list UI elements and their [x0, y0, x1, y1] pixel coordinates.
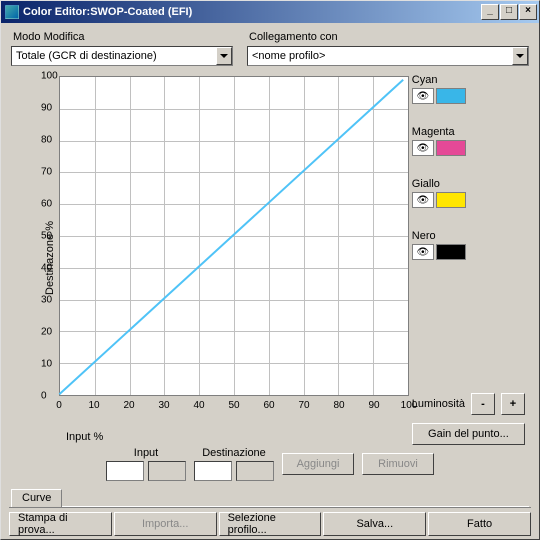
eye-icon[interactable]: 👁: [412, 140, 434, 156]
x-tick: 10: [88, 400, 99, 411]
giallo-swatch[interactable]: [436, 192, 466, 208]
luminosity-plus-button[interactable]: +: [501, 393, 525, 415]
luminosity-minus-button[interactable]: -: [471, 393, 495, 415]
y-tick: 80: [41, 135, 52, 146]
y-tick: 20: [41, 327, 52, 338]
window-controls: _ □ ×: [481, 4, 537, 20]
x-tick: 0: [56, 400, 62, 411]
side-panel: Cyan 👁 Magenta 👁 Giallo �: [406, 70, 529, 445]
y-tick: 60: [41, 199, 52, 210]
top-row: Modo Modifica Totale (GCR di destinazion…: [11, 29, 529, 66]
done-button[interactable]: Fatto: [428, 512, 531, 536]
tab-curve[interactable]: Curve: [11, 489, 62, 507]
x-tick: 50: [228, 400, 239, 411]
input-label: Input: [134, 447, 158, 459]
eye-icon[interactable]: 👁: [412, 192, 434, 208]
y-tick: 50: [41, 231, 52, 242]
y-tick: 40: [41, 263, 52, 274]
chevron-down-icon[interactable]: [512, 47, 528, 65]
y-tick: 0: [41, 391, 47, 402]
giallo-label: Giallo: [412, 178, 525, 190]
nero-swatch[interactable]: [436, 244, 466, 260]
y-tick: 30: [41, 295, 52, 306]
save-button[interactable]: Salva...: [323, 512, 426, 536]
remove-button[interactable]: Rimuovi: [362, 453, 434, 475]
maximize-button[interactable]: □: [500, 4, 518, 20]
dest-group: Destinazione: [194, 447, 274, 481]
nero-label: Nero: [412, 230, 525, 242]
eye-icon[interactable]: 👁: [412, 244, 434, 260]
minimize-button[interactable]: _: [481, 4, 499, 20]
titlebar: Color Editor:SWOP-Coated (EFI) _ □ ×: [1, 1, 539, 23]
input-field[interactable]: [106, 461, 144, 481]
inputs-row: Input Destinazione Aggiungi Rimuovi: [11, 447, 529, 481]
y-tick: 100: [41, 71, 58, 82]
eye-icon[interactable]: 👁: [412, 88, 434, 104]
x-tick: 60: [263, 400, 274, 411]
y-tick: 90: [41, 103, 52, 114]
import-button[interactable]: Importa...: [114, 512, 217, 536]
x-tick: 70: [298, 400, 309, 411]
y-tick: 10: [41, 359, 52, 370]
bottom-buttons: Stampa di prova... Importa... Selezione …: [9, 507, 531, 539]
x-tick: 80: [333, 400, 344, 411]
luminosity-row: Luminosità - +: [412, 393, 525, 415]
cyan-row: Cyan 👁: [412, 74, 525, 104]
x-tick: 100: [401, 400, 418, 411]
magenta-row: Magenta 👁: [412, 126, 525, 156]
magenta-swatch[interactable]: [436, 140, 466, 156]
content-area: Modo Modifica Totale (GCR di destinazion…: [1, 23, 539, 539]
cyan-label: Cyan: [412, 74, 525, 86]
y-tick: 70: [41, 167, 52, 178]
gain-point-button[interactable]: Gain del punto...: [412, 423, 525, 445]
graph-section: Destinazone % 0102030405060708090100 010…: [11, 70, 406, 445]
tab-strip: Curve: [11, 487, 529, 507]
link-field: Collegamento con <nome profilo>: [247, 29, 529, 66]
input-group: Input: [106, 447, 186, 481]
x-tick: 30: [158, 400, 169, 411]
link-dropdown[interactable]: <nome profilo>: [247, 46, 529, 66]
nero-row: Nero 👁: [412, 230, 525, 260]
add-button[interactable]: Aggiungi: [282, 453, 354, 475]
luminosity-label: Luminosità: [412, 398, 465, 410]
magenta-label: Magenta: [412, 126, 525, 138]
mode-dropdown[interactable]: Totale (GCR di destinazione): [11, 46, 233, 66]
x-tick: 40: [193, 400, 204, 411]
window-title: Color Editor:SWOP-Coated (EFI): [23, 6, 481, 18]
mode-label: Modo Modifica: [13, 31, 233, 43]
x-tick: 20: [123, 400, 134, 411]
chevron-down-icon[interactable]: [216, 47, 232, 65]
input-readonly: [148, 461, 186, 481]
cyan-swatch[interactable]: [436, 88, 466, 104]
link-value: <nome profilo>: [252, 50, 512, 62]
x-tick: 90: [368, 400, 379, 411]
mode-value: Totale (GCR di destinazione): [16, 50, 216, 62]
link-label: Collegamento con: [249, 31, 529, 43]
dest-label: Destinazione: [202, 447, 266, 459]
proof-button[interactable]: Stampa di prova...: [9, 512, 112, 536]
color-editor-window: Color Editor:SWOP-Coated (EFI) _ □ × Mod…: [0, 0, 540, 540]
x-axis-label: Input %: [66, 431, 103, 443]
mode-field: Modo Modifica Totale (GCR di destinazion…: [11, 29, 233, 66]
main-row: Destinazone % 0102030405060708090100 010…: [11, 70, 529, 445]
curve-graph[interactable]: [59, 76, 409, 396]
select-profile-button[interactable]: Selezione profilo...: [219, 512, 322, 536]
giallo-row: Giallo 👁: [412, 178, 525, 208]
close-button[interactable]: ×: [519, 4, 537, 20]
dest-field[interactable]: [194, 461, 232, 481]
dest-readonly: [236, 461, 274, 481]
app-icon: [5, 5, 19, 19]
